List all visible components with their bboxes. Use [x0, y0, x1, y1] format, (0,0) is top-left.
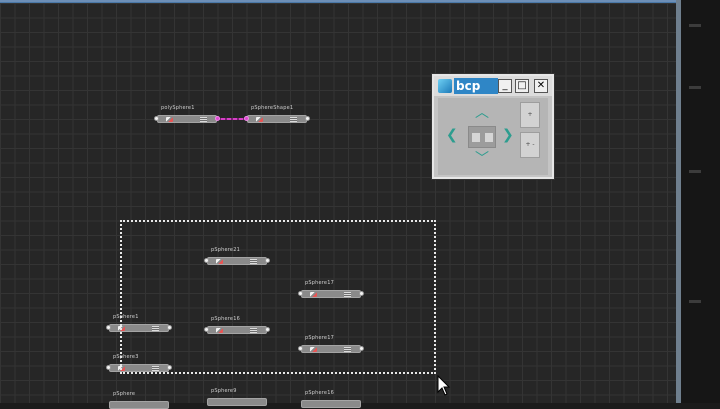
input-port[interactable]: [106, 365, 111, 370]
side-panel-mark: [689, 170, 701, 173]
arrow-left-icon[interactable]: ❮: [446, 128, 458, 142]
side-panel-mark: [689, 86, 701, 89]
node-label: pSphere16: [305, 390, 334, 396]
zoom-toggle-button[interactable]: + -: [520, 132, 540, 158]
node-psphereshape1[interactable]: pSphereShape1: [244, 105, 310, 123]
shape-icon: [256, 117, 263, 122]
output-port[interactable]: [305, 116, 310, 121]
attribute-list-icon[interactable]: [200, 117, 207, 122]
maximize-button[interactable]: □: [515, 79, 529, 93]
output-port[interactable]: [215, 116, 220, 121]
side-panel-mark: [689, 300, 701, 303]
center-pad[interactable]: [468, 126, 496, 148]
arrow-down-icon[interactable]: ﹀: [475, 152, 489, 166]
marquee-selection-box: [120, 220, 436, 374]
center-pad-left[interactable]: [472, 133, 480, 142]
center-pad-right[interactable]: [485, 133, 493, 142]
zoom-in-button[interactable]: +: [520, 102, 540, 128]
node-psphere9[interactable]: pSphere9: [207, 388, 267, 406]
attribute-list-icon[interactable]: [290, 117, 297, 122]
minimize-button[interactable]: _: [498, 79, 512, 93]
mouse-cursor-icon: [437, 375, 451, 396]
input-port[interactable]: [106, 325, 111, 330]
navigation-panel: ︿ ﹀ ❮ ❯ + + -: [438, 98, 548, 175]
arrow-up-icon[interactable]: ︿: [475, 106, 489, 120]
input-port[interactable]: [154, 116, 159, 121]
node-body[interactable]: [157, 115, 217, 123]
window-title: bcp: [454, 78, 498, 94]
node-label: polySphere1: [161, 105, 195, 111]
side-panel-mark: [689, 24, 701, 27]
node-body[interactable]: [247, 115, 307, 123]
node-body[interactable]: [301, 400, 361, 408]
node-body[interactable]: [207, 398, 267, 406]
node-label: pSphere: [113, 391, 136, 397]
input-port[interactable]: [244, 116, 249, 121]
shape-icon: [166, 117, 173, 122]
window-titlebar[interactable]: bcp _ □ ✕: [434, 76, 552, 96]
node-polysphere1[interactable]: polySphere1: [154, 105, 220, 123]
canvas-top-border: [0, 0, 678, 2]
node-psphere16b[interactable]: pSphere16: [301, 390, 361, 408]
bcp-logo-icon: [438, 79, 452, 93]
arrow-right-icon[interactable]: ❯: [502, 128, 514, 142]
bcp-tool-window[interactable]: bcp _ □ ✕ ︿ ﹀ ❮ ❯ + + -: [432, 74, 554, 179]
node-label: pSphere9: [211, 388, 237, 394]
close-button[interactable]: ✕: [534, 79, 548, 93]
node-psphere[interactable]: pSphere: [109, 391, 169, 409]
side-panel-strip: [681, 0, 720, 403]
node-body[interactable]: [109, 401, 169, 409]
node-label: pSphereShape1: [251, 105, 294, 111]
